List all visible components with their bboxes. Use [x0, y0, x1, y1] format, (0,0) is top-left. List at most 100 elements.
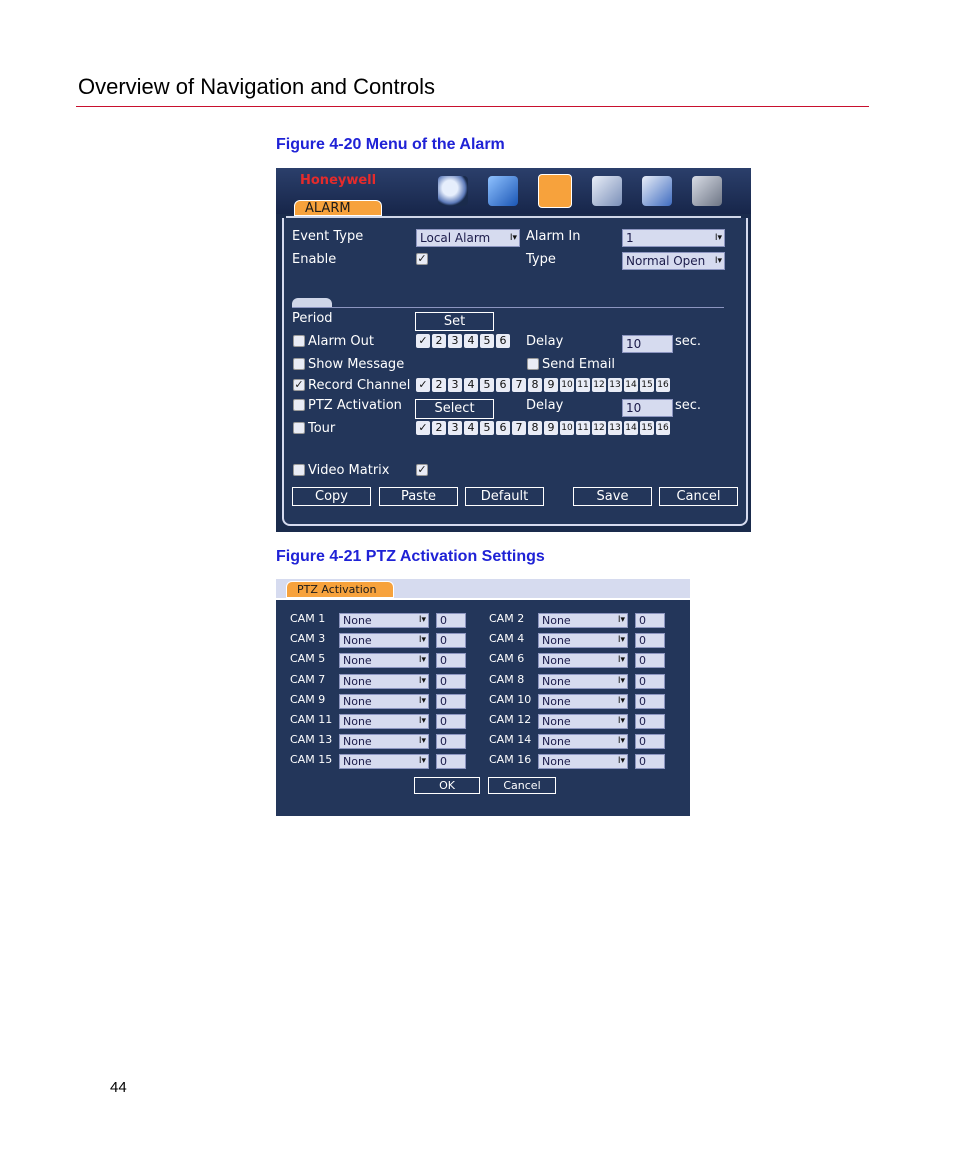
tour-channel-num[interactable]: 11 — [576, 421, 590, 435]
ptz-select-button[interactable]: Select — [415, 399, 494, 419]
cam-preset-input[interactable]: 0 — [635, 734, 665, 750]
tour-channel-num[interactable]: 13 — [608, 421, 622, 435]
cam-ptz-select[interactable]: None I▾ — [339, 734, 429, 750]
cam-ptz-select[interactable]: None I▾ — [538, 633, 628, 649]
ok-button[interactable]: OK — [414, 777, 480, 794]
tour-channel-num[interactable]: 15 — [640, 421, 654, 435]
event-type-select[interactable]: Local Alarm I▾ — [416, 229, 520, 247]
tour-channel-num[interactable]: 6 — [496, 421, 510, 435]
tour-channel-num[interactable]: 9 — [544, 421, 558, 435]
cam-preset-input[interactable]: 0 — [635, 613, 665, 628]
cam-ptz-select[interactable]: None I▾ — [339, 754, 429, 770]
alarm-out-num[interactable]: 5 — [480, 334, 494, 348]
info-icon[interactable] — [488, 176, 518, 206]
tour-channel-num[interactable]: 8 — [528, 421, 542, 435]
tour-channel-num[interactable]: 5 — [480, 421, 494, 435]
alarm-out-num[interactable]: 3 — [448, 334, 462, 348]
record-channel-num[interactable]: 10 — [560, 378, 574, 392]
cam-ptz-select[interactable]: None I▾ — [339, 693, 429, 709]
cam-preset-input[interactable]: 0 — [635, 754, 665, 770]
alarm-out-num[interactable]: 6 — [496, 334, 510, 348]
tour-channel-num[interactable]: 12 — [592, 421, 606, 435]
cam-preset-input[interactable]: 0 — [436, 693, 466, 709]
cam-preset-input[interactable]: 0 — [635, 653, 665, 669]
default-button[interactable]: Default — [465, 487, 544, 506]
tour-channel-1-checked[interactable]: ✓ — [416, 421, 430, 435]
search-icon[interactable] — [438, 176, 468, 206]
record-channel-num[interactable]: 12 — [592, 378, 606, 392]
record-channel-num[interactable]: 13 — [608, 378, 622, 392]
cam-ptz-select[interactable]: None I▾ — [538, 613, 628, 628]
show-message-checkbox[interactable] — [293, 358, 305, 370]
record-channel-num[interactable]: 11 — [576, 378, 590, 392]
tour-channel-num[interactable]: 14 — [624, 421, 638, 435]
tab-ptz-activation[interactable]: PTZ Activation — [286, 581, 394, 598]
record-channel-num[interactable]: 4 — [464, 378, 478, 392]
delay2-input[interactable]: 10 — [622, 399, 673, 417]
cam-preset-input[interactable]: 0 — [635, 693, 665, 709]
record-channel-1-checked[interactable]: ✓ — [416, 378, 430, 392]
cam-preset-input[interactable]: 0 — [436, 754, 466, 770]
alarm-out-checkbox[interactable] — [293, 335, 305, 347]
type-select[interactable]: Normal Open I▾ — [622, 252, 725, 270]
copy-button[interactable]: Copy — [292, 487, 371, 506]
record-channel-num[interactable]: 14 — [624, 378, 638, 392]
cam-preset-input[interactable]: 0 — [436, 653, 466, 669]
setting-icon[interactable] — [538, 174, 572, 208]
record-channel-num[interactable]: 2 — [432, 378, 446, 392]
tour-channel-num[interactable]: 7 — [512, 421, 526, 435]
cam-preset-input[interactable]: 0 — [436, 714, 466, 729]
record-channel-checkbox[interactable]: ✓ — [293, 379, 305, 391]
ptz-cancel-button[interactable]: Cancel — [488, 777, 556, 794]
record-channel-num[interactable]: 3 — [448, 378, 462, 392]
alarm-out-num[interactable]: 4 — [464, 334, 478, 348]
cam-preset-input[interactable]: 0 — [436, 673, 466, 689]
cam-ptz-select[interactable]: None I▾ — [538, 653, 628, 669]
cam-preset-input[interactable]: 0 — [635, 673, 665, 689]
cam-ptz-select[interactable]: None I▾ — [538, 714, 628, 729]
alarm-out-num[interactable]: 2 — [432, 334, 446, 348]
record-channel-num[interactable]: 15 — [640, 378, 654, 392]
cam-ptz-select[interactable]: None I▾ — [538, 754, 628, 770]
video-matrix-checkbox[interactable] — [293, 464, 305, 476]
cam-ptz-select[interactable]: None I▾ — [538, 673, 628, 689]
record-channel-num[interactable]: 9 — [544, 378, 558, 392]
period-set-button[interactable]: Set — [415, 312, 494, 331]
video-matrix-enable-checkbox[interactable]: ✓ — [416, 464, 428, 476]
advanced-icon[interactable] — [592, 176, 622, 206]
cam-preset-input[interactable]: 0 — [635, 633, 665, 649]
cam-preset-input[interactable]: 0 — [436, 633, 466, 649]
tab-alarm[interactable]: ALARM — [294, 200, 382, 216]
tour-channel-num[interactable]: 4 — [464, 421, 478, 435]
record-channel-num[interactable]: 5 — [480, 378, 494, 392]
cam-ptz-select[interactable]: None I▾ — [339, 714, 429, 729]
cam-ptz-select[interactable]: None I▾ — [339, 613, 429, 628]
cam-ptz-select[interactable]: None I▾ — [538, 693, 628, 709]
delay-input[interactable]: 10 — [622, 335, 673, 353]
record-channel-num[interactable]: 8 — [528, 378, 542, 392]
shutdown-icon[interactable] — [692, 176, 722, 206]
tour-channel-num[interactable]: 3 — [448, 421, 462, 435]
cam-preset-input[interactable]: 0 — [635, 714, 665, 729]
cam-ptz-select[interactable]: None I▾ — [339, 633, 429, 649]
alarm-in-select[interactable]: 1 I▾ — [622, 229, 725, 247]
cam-preset-input[interactable]: 0 — [436, 734, 466, 750]
paste-button[interactable]: Paste — [379, 487, 458, 506]
cam-ptz-select[interactable]: None I▾ — [538, 734, 628, 750]
cam-preset-input[interactable]: 0 — [436, 613, 466, 628]
record-channel-num[interactable]: 6 — [496, 378, 510, 392]
cam-ptz-select[interactable]: None I▾ — [339, 673, 429, 689]
backup-icon[interactable] — [642, 176, 672, 206]
record-channel-num[interactable]: 16 — [656, 378, 670, 392]
tour-channel-num[interactable]: 16 — [656, 421, 670, 435]
tour-channel-num[interactable]: 10 — [560, 421, 574, 435]
enable-checkbox[interactable]: ✓ — [416, 253, 428, 265]
alarm-out-1-checked[interactable]: ✓ — [416, 334, 430, 348]
cancel-button[interactable]: Cancel — [659, 487, 738, 506]
save-button[interactable]: Save — [573, 487, 652, 506]
tour-checkbox[interactable] — [293, 422, 305, 434]
tour-channel-num[interactable]: 2 — [432, 421, 446, 435]
cam-ptz-select[interactable]: None I▾ — [339, 653, 429, 669]
ptz-activation-checkbox[interactable] — [293, 399, 305, 411]
send-email-checkbox[interactable] — [527, 358, 539, 370]
